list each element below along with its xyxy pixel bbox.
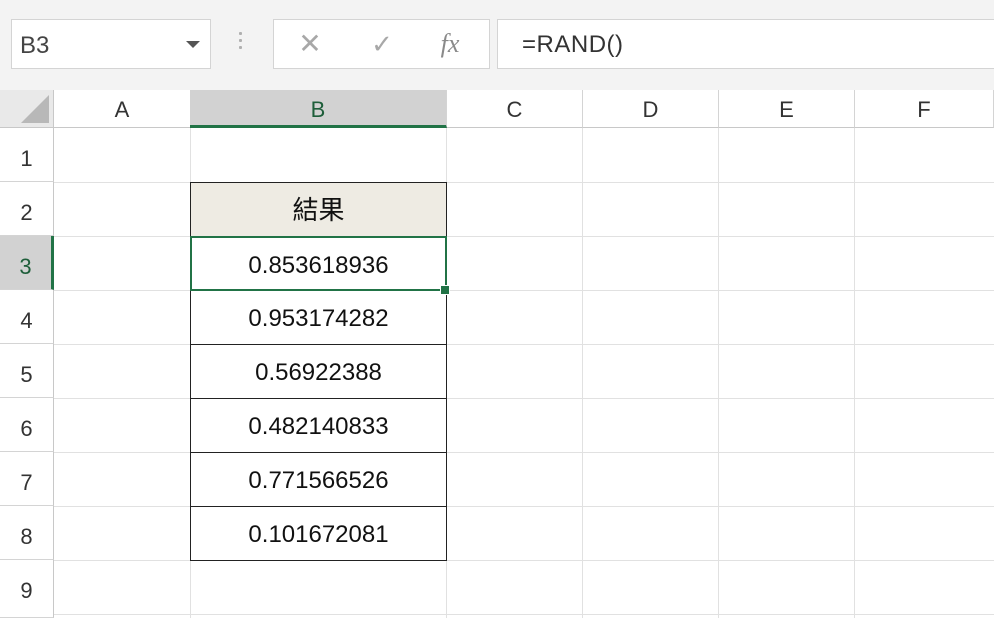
formula-input[interactable]: =RAND(): [497, 19, 994, 69]
check-icon[interactable]: ✓: [362, 26, 402, 62]
select-all-icon: [21, 95, 49, 123]
fill-handle[interactable]: [440, 285, 450, 295]
cell-b2-header[interactable]: 結果: [190, 182, 447, 237]
cell-b7[interactable]: 0.771566526: [190, 452, 447, 507]
cell-b5[interactable]: 0.56922388: [190, 344, 447, 399]
row-header-3[interactable]: 3: [0, 236, 54, 290]
row-header-6[interactable]: 6: [0, 398, 54, 452]
name-box-value: B3: [20, 32, 50, 59]
column-header-c[interactable]: C: [447, 90, 583, 128]
row-header-5[interactable]: 5: [0, 344, 54, 398]
row-header-9[interactable]: 9: [0, 560, 54, 618]
row-header-2[interactable]: 2: [0, 182, 54, 236]
insert-function-icon[interactable]: fx: [430, 26, 470, 62]
row-header-1[interactable]: 1: [0, 128, 54, 182]
formula-bar-area: B3 ✕ ✓ fx =RAND(): [0, 0, 994, 90]
close-icon[interactable]: ✕: [290, 26, 330, 62]
gridline: [54, 614, 994, 615]
name-box[interactable]: B3: [11, 19, 211, 69]
gridline: [718, 128, 719, 618]
spreadsheet-grid: A B C D E F 1 2 3 4 5 6 7 8 9 結果 0.95317…: [0, 90, 994, 618]
cell-b6[interactable]: 0.482140833: [190, 398, 447, 453]
column-header-b[interactable]: B: [190, 90, 447, 128]
column-header-f[interactable]: F: [855, 90, 994, 128]
cell-b8[interactable]: 0.101672081: [190, 506, 447, 561]
row-header-4[interactable]: 4: [0, 290, 54, 344]
gridline: [854, 128, 855, 618]
gridline: [582, 128, 583, 618]
select-all-button[interactable]: [0, 90, 54, 128]
column-header-e[interactable]: E: [719, 90, 855, 128]
drag-handle-icon[interactable]: [239, 32, 243, 56]
formula-buttons: ✕ ✓ fx: [273, 19, 490, 69]
formula-text: =RAND(): [522, 31, 624, 58]
row-header-7[interactable]: 7: [0, 452, 54, 506]
cell-b4[interactable]: 0.953174282: [190, 290, 447, 345]
chevron-down-icon[interactable]: [186, 41, 200, 48]
column-header-d[interactable]: D: [583, 90, 719, 128]
cell-b3-active[interactable]: 0.853618936: [190, 236, 447, 291]
column-header-a[interactable]: A: [54, 90, 191, 128]
row-header-8[interactable]: 8: [0, 506, 54, 560]
